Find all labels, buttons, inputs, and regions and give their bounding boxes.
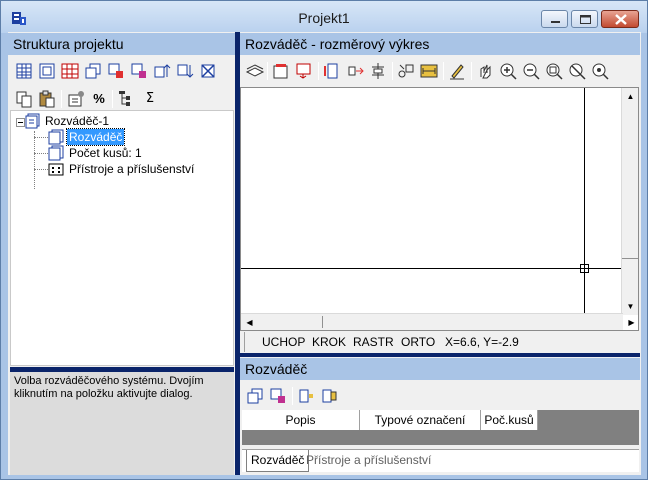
status-coordinates: X=6.6, Y=-2.9 bbox=[445, 335, 519, 349]
pan-icon[interactable] bbox=[475, 61, 495, 81]
project-structure-panel: Struktura projektu % Σ Rozváděč-1 Rozvád… bbox=[8, 32, 235, 475]
drawing-content bbox=[241, 88, 623, 314]
switchboard-icon bbox=[48, 129, 64, 145]
scroll-right-icon[interactable]: ▶ bbox=[623, 314, 640, 331]
items-grid[interactable]: Popis Typové označení Poč.kusů bbox=[242, 410, 639, 445]
delete-frame-icon[interactable] bbox=[198, 61, 218, 81]
dimension-icon[interactable] bbox=[419, 61, 439, 81]
status-step[interactable]: KROK bbox=[312, 332, 346, 352]
device-edit-icon[interactable] bbox=[319, 386, 339, 406]
red-grid-icon[interactable] bbox=[60, 61, 80, 81]
column-header-type[interactable]: Typové označení bbox=[360, 410, 481, 430]
tree-item-label: Rozváděč-1 bbox=[45, 114, 110, 128]
tab-switchboard[interactable]: Rozváděč bbox=[246, 450, 310, 472]
switchboard-icon bbox=[48, 145, 64, 161]
close-button[interactable] bbox=[601, 10, 639, 28]
switchboard-panel-title: Rozváděč bbox=[240, 358, 640, 380]
status-separator bbox=[244, 332, 254, 352]
tree-item[interactable]: Rozváděč bbox=[11, 128, 231, 146]
toolbar-separator bbox=[61, 90, 62, 108]
drawing-panel: Rozváděč - rozměrový výkres ▲ ▼ ◀ ▶ UCHO… bbox=[240, 32, 641, 475]
zoom-out-icon[interactable] bbox=[521, 61, 541, 81]
properties-icon[interactable] bbox=[66, 89, 86, 109]
tab-devices[interactable]: Přístroje a příslušenství bbox=[302, 450, 435, 472]
client-area: Struktura projektu % Σ Rozváděč-1 Rozvád… bbox=[8, 32, 641, 475]
print-preview-icon[interactable] bbox=[271, 61, 291, 81]
scroll-left-icon[interactable]: ◀ bbox=[241, 314, 258, 331]
zoom-in-icon[interactable] bbox=[498, 61, 518, 81]
devices-icon bbox=[48, 163, 64, 176]
zoom-window-icon[interactable] bbox=[567, 61, 587, 81]
percent-icon[interactable]: % bbox=[89, 89, 109, 109]
switchboard-icon bbox=[25, 113, 40, 129]
move-down-icon[interactable] bbox=[175, 61, 195, 81]
tree-item[interactable]: Přístroje a příslušenství bbox=[11, 161, 231, 177]
frame-blue-icon[interactable] bbox=[129, 61, 149, 81]
table-grid-icon[interactable] bbox=[14, 61, 34, 81]
column-header-description[interactable]: Popis bbox=[242, 410, 360, 430]
toolbar-separator bbox=[471, 62, 472, 80]
frame-red-icon[interactable] bbox=[106, 61, 126, 81]
status-bar: UCHOP KROK RASTR ORTO X=6.6, Y=-2.9 bbox=[240, 332, 639, 352]
paste-icon[interactable] bbox=[37, 89, 57, 109]
main-window: Projekt1 Struktura projektu % Σ Rozváděč… bbox=[0, 0, 648, 480]
tree-item-label: Počet kusů: 1 bbox=[69, 146, 142, 160]
copy-icon[interactable] bbox=[14, 89, 34, 109]
description-box: Volba rozváděčového systému. Dvojím klik… bbox=[10, 367, 234, 475]
status-ortho[interactable]: ORTO bbox=[401, 332, 435, 352]
title-bar[interactable]: Projekt1 bbox=[1, 1, 647, 33]
zoom-all-icon[interactable] bbox=[590, 61, 610, 81]
layers-icon[interactable] bbox=[245, 61, 265, 81]
frames-icon[interactable] bbox=[245, 386, 265, 406]
structure-toolbar-1 bbox=[8, 58, 235, 84]
tree-settings-icon[interactable] bbox=[117, 89, 137, 109]
project-structure-title: Struktura projektu bbox=[8, 33, 235, 55]
align-elements-icon[interactable] bbox=[368, 61, 388, 81]
tree-item[interactable]: Počet kusů: 1 bbox=[11, 145, 231, 161]
move-up-icon[interactable] bbox=[152, 61, 172, 81]
collapse-toggle-icon[interactable] bbox=[16, 118, 25, 127]
frame-icon[interactable] bbox=[37, 61, 57, 81]
horizontal-scrollbar[interactable]: ◀ ▶ bbox=[241, 313, 635, 331]
bottom-tabs: Rozváděč Přístroje a příslušenství bbox=[242, 449, 639, 472]
project-tree: Rozváděč-1 Rozváděč Počet kusů: 1 Přístr… bbox=[10, 110, 234, 366]
export-image-icon[interactable] bbox=[294, 61, 314, 81]
sum-icon[interactable]: Σ bbox=[140, 89, 160, 109]
pencil-icon[interactable] bbox=[447, 61, 467, 81]
drawing-title: Rozváděč - rozměrový výkres bbox=[240, 33, 640, 55]
zoom-fit-icon[interactable] bbox=[544, 61, 564, 81]
toolbar-separator bbox=[292, 387, 293, 405]
minimize-button[interactable] bbox=[541, 10, 568, 28]
toolbar-separator bbox=[318, 62, 319, 80]
vertical-scrollbar[interactable]: ▲ ▼ bbox=[621, 88, 638, 315]
column-header-quantity[interactable]: Poč.kusů bbox=[481, 410, 538, 430]
status-grid[interactable]: RASTR bbox=[353, 332, 394, 352]
copy-frames-icon[interactable] bbox=[83, 61, 103, 81]
device-add-icon[interactable] bbox=[296, 386, 316, 406]
insert-element-icon[interactable] bbox=[322, 61, 342, 81]
toolbar-separator bbox=[392, 62, 393, 80]
maximize-button[interactable] bbox=[571, 10, 598, 28]
toolbar-separator bbox=[443, 62, 444, 80]
frames-color-icon[interactable] bbox=[268, 386, 288, 406]
horizontal-splitter[interactable] bbox=[240, 353, 640, 357]
scroll-down-icon[interactable]: ▼ bbox=[622, 298, 639, 315]
status-snap[interactable]: UCHOP bbox=[262, 332, 305, 352]
tree-item[interactable]: Rozváděč-1 bbox=[11, 113, 231, 129]
scroll-up-icon[interactable]: ▲ bbox=[622, 88, 639, 105]
shapes-icon[interactable] bbox=[396, 61, 416, 81]
move-element-icon[interactable] bbox=[345, 61, 365, 81]
tree-item-label: Přístroje a příslušenství bbox=[69, 162, 195, 176]
drawing-toolbar bbox=[240, 58, 640, 84]
grid-header: Popis Typové označení Poč.kusů bbox=[242, 410, 538, 430]
structure-toolbar-2: % Σ bbox=[8, 86, 235, 112]
switchboard-toolbar bbox=[240, 383, 640, 409]
drawing-canvas[interactable]: ▲ ▼ ◀ ▶ bbox=[240, 87, 639, 331]
tree-item-label: Rozváděč bbox=[65, 128, 126, 146]
toolbar-separator bbox=[112, 90, 113, 108]
toolbar-separator bbox=[267, 62, 268, 80]
